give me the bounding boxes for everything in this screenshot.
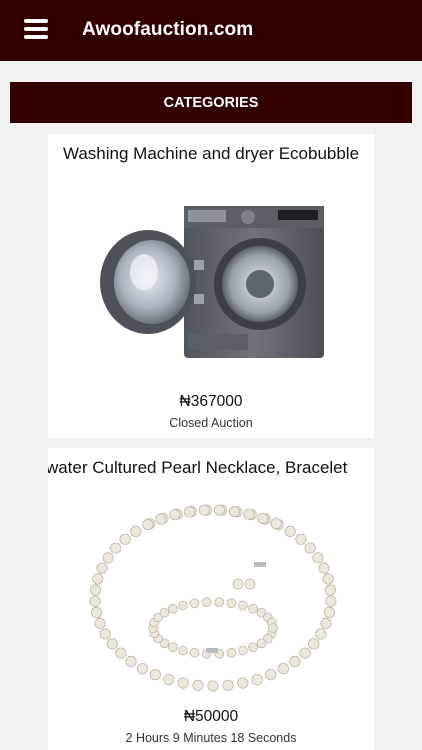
- washing-machine-image: [100, 206, 324, 358]
- pearl-necklace-image: [89, 504, 337, 692]
- product-card[interactable]: Washing Machine and dryer Ecobubble ₦367…: [48, 134, 374, 438]
- auction-status: Closed Auction: [169, 416, 253, 430]
- product-price: ₦367000: [179, 393, 243, 410]
- product-title: shwater Cultured Pearl Necklace, Bracele…: [48, 458, 348, 477]
- categories-button[interactable]: CATEGORIES: [10, 82, 412, 123]
- product-price: ₦50000: [183, 708, 239, 725]
- app-title: Awoofauction.com: [82, 19, 254, 40]
- product-card[interactable]: shwater Cultured Pearl Necklace, Bracele…: [48, 448, 374, 750]
- auction-status: 2 Hours 9 Minutes 18 Seconds: [125, 731, 297, 745]
- app-header: Awoofauction.com: [0, 0, 422, 61]
- hamburger-menu-icon[interactable]: [24, 19, 48, 41]
- product-title: Washing Machine and dryer Ecobubble: [62, 144, 360, 163]
